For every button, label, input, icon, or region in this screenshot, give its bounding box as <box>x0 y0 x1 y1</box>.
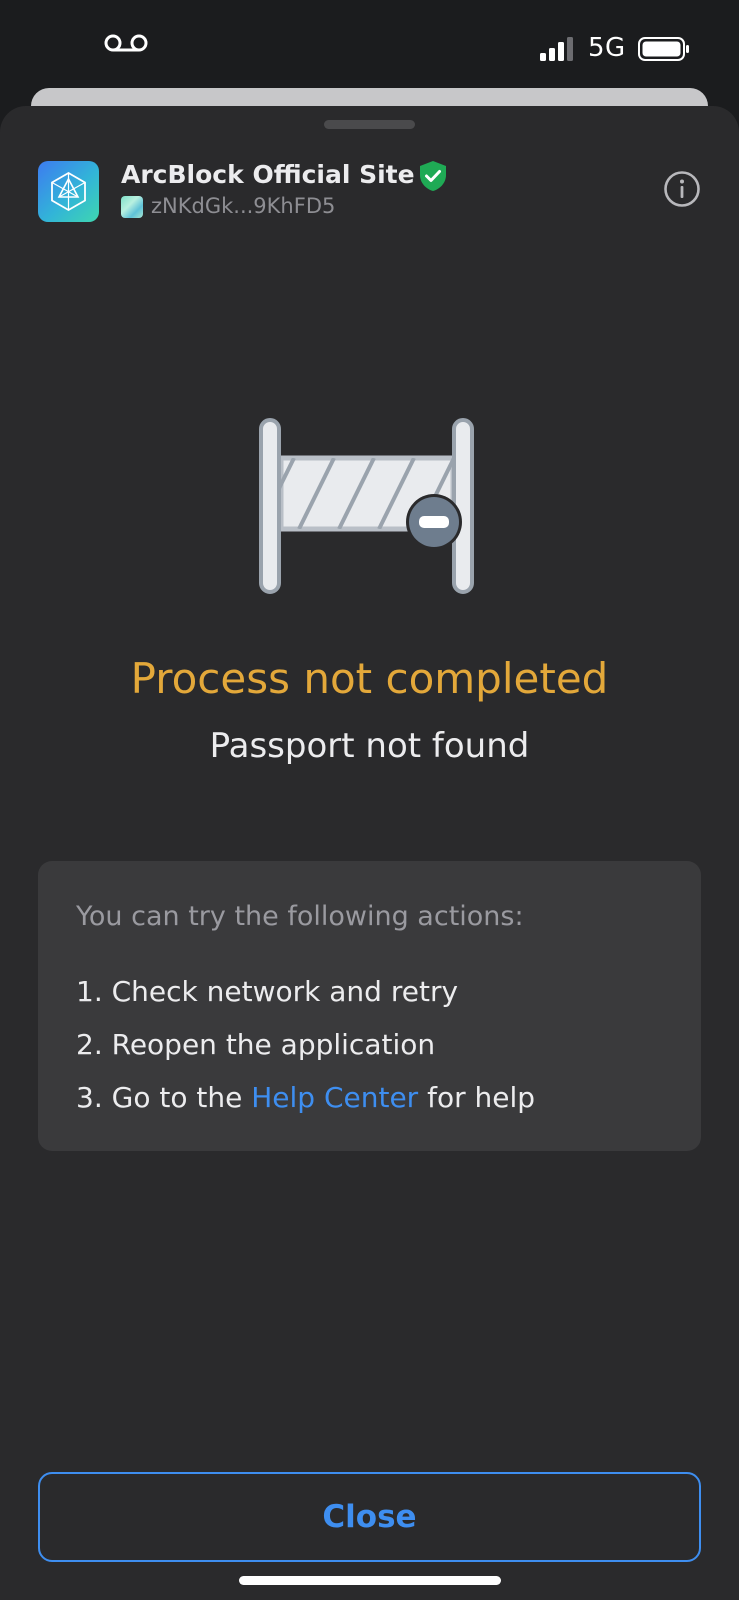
actions-heading: You can try the following actions: <box>76 901 524 932</box>
network-type: 5G <box>588 33 626 63</box>
sheet-grabber[interactable] <box>324 120 415 129</box>
suggested-actions-box: You can try the following actions: 1. Ch… <box>38 861 701 1151</box>
action-item-reopen: 2. Reopen the application <box>76 1028 436 1061</box>
voicemail-icon <box>104 34 148 52</box>
bottom-sheet: ArcBlock Official Site zNKdGk...9KhFD5 P… <box>0 106 739 1600</box>
home-indicator[interactable] <box>239 1576 501 1585</box>
battery-icon <box>638 37 689 61</box>
road-barrier-blocked-icon <box>259 418 474 594</box>
status-bar: 5G <box>0 0 739 96</box>
site-title: ArcBlock Official Site <box>121 160 415 189</box>
action-item-help-prefix: 3. Go to the <box>76 1081 252 1114</box>
info-icon[interactable] <box>663 170 701 208</box>
help-center-link[interactable]: Help Center <box>251 1081 418 1114</box>
close-button[interactable]: Close <box>38 1472 701 1562</box>
action-item-retry: 1. Check network and retry <box>76 975 459 1008</box>
app-logo <box>38 161 99 222</box>
status-subtitle: Passport not found <box>209 726 530 766</box>
cellular-signal-icon <box>540 37 573 61</box>
arcblock-logo-icon <box>51 171 86 212</box>
did-address: zNKdGk...9KhFD5 <box>151 194 336 218</box>
screen: 5G ArcBlock Official Site zNKdGk...9KhFD… <box>0 0 739 1600</box>
action-item-help-suffix: for help <box>418 1081 536 1114</box>
action-item-help: 3. Go to the Help Center for help <box>76 1081 535 1114</box>
did-avatar <box>121 196 143 218</box>
verified-shield-icon <box>420 161 446 191</box>
status-title: Process not completed <box>130 654 609 703</box>
